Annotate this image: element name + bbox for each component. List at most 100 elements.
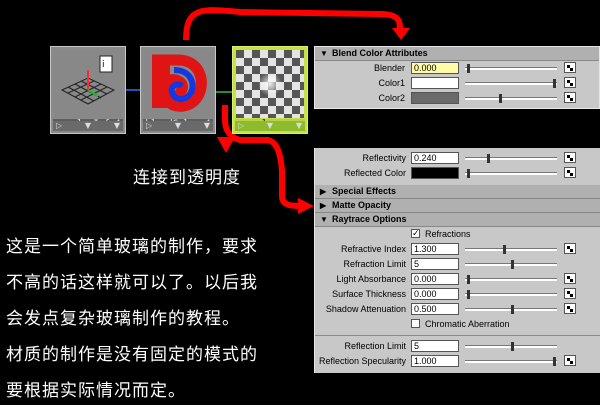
refraction-limit-field[interactable]: 5: [411, 258, 459, 270]
attr-row-shadow-attenuation: Shadow Attenuation 0.500: [315, 302, 600, 317]
surface-thickness-field[interactable]: 0.000: [411, 288, 459, 300]
reflection-limit-slider[interactable]: [465, 342, 557, 351]
caption-body-line-2: 不高的话这样就可以了。以后我: [6, 273, 258, 293]
section-title: Raytrace Options: [332, 214, 407, 224]
reflection-limit-field[interactable]: 5: [411, 340, 459, 352]
attr-label: Reflection Specularity: [318, 356, 406, 366]
output-port-icon[interactable]: ▼: [204, 122, 210, 130]
chromatic-aberration-checkbox[interactable]: [411, 319, 420, 328]
expand-port-icon[interactable]: ▼: [267, 122, 273, 130]
section-header-blend-color[interactable]: ▼ Blend Color Attributes: [315, 47, 599, 61]
expand-port-icon[interactable]: ▼: [175, 122, 181, 130]
blender-field[interactable]: 0.000: [411, 62, 459, 74]
glass-attributes-panel: Reflectivity 0.240 Reflected Color ▶ Spe…: [314, 148, 600, 373]
slider-handle[interactable]: [553, 79, 556, 88]
slider-handle[interactable]: [467, 64, 470, 73]
arrow-head-down: [217, 137, 235, 153]
color1-swatch[interactable]: [411, 77, 459, 89]
map-button-icon[interactable]: [564, 77, 576, 88]
surface-thickness-slider[interactable]: [465, 290, 557, 299]
slider-handle[interactable]: [503, 245, 506, 254]
slider-handle[interactable]: [467, 275, 470, 284]
attr-row-reflection-specularity: Reflection Specularity 1.000: [315, 354, 600, 369]
reflected-color-slider[interactable]: [465, 169, 557, 178]
slider-handle[interactable]: [511, 260, 514, 269]
section-title: Matte Opacity: [332, 200, 392, 210]
color2-swatch[interactable]: [411, 92, 459, 104]
collapse-triangle-icon: ▼: [320, 215, 328, 224]
light-absorbance-slider[interactable]: [465, 275, 557, 284]
output-port-icon[interactable]: ▼: [114, 122, 120, 130]
section-header-matte-opacity[interactable]: ▶ Matte Opacity: [315, 199, 600, 213]
blender-slider[interactable]: [465, 64, 557, 73]
reflection-specularity-slider[interactable]: [465, 357, 557, 366]
reflected-color-swatch[interactable]: [411, 167, 459, 179]
reflectivity-slider[interactable]: [465, 154, 557, 163]
slider-handle[interactable]: [511, 305, 514, 314]
node-samplerinfo[interactable]: i samplerInfo4 ▷ ▼ ▼: [50, 46, 126, 134]
expand-triangle-icon: ▶: [320, 187, 327, 196]
checkbox-label: Chromatic Aberration: [425, 319, 510, 329]
attr-row-refractions: ✓ Refractions: [315, 227, 600, 242]
section-header-special-effects[interactable]: ▶ Special Effects: [315, 185, 600, 199]
attr-row-reflected-color: Reflected Color: [315, 166, 600, 181]
section-header-raytrace-options[interactable]: ▼ Raytrace Options: [315, 213, 600, 227]
map-button-icon[interactable]: [564, 273, 576, 284]
svg-text:i: i: [102, 60, 105, 70]
collapse-triangle-icon: ▼: [320, 49, 328, 58]
slider-handle[interactable]: [487, 154, 490, 163]
shadow-attenuation-field[interactable]: 0.500: [411, 303, 459, 315]
light-absorbance-field[interactable]: 0.000: [411, 273, 459, 285]
attr-label: Refraction Limit: [343, 259, 406, 269]
refractive-index-field[interactable]: 1.300: [411, 243, 459, 255]
node-glass[interactable]: glass ▷ ▼ ▼: [232, 46, 308, 134]
arrow-to-matte: [279, 195, 301, 209]
arrow-head-right: [298, 198, 314, 214]
node-ports: ▷ ▼ ▼: [143, 121, 213, 131]
map-button-icon[interactable]: [564, 355, 576, 366]
expand-triangle-icon: ▶: [320, 201, 327, 210]
attr-row-chromatic-aberration: Chromatic Aberration: [315, 317, 600, 332]
map-button-icon[interactable]: [564, 303, 576, 314]
input-port-icon[interactable]: ▷: [238, 122, 244, 130]
map-button-icon[interactable]: [564, 62, 576, 73]
color2-slider[interactable]: [465, 94, 557, 103]
attr-label: Blender: [373, 63, 405, 73]
reflection-specularity-field[interactable]: 1.000: [411, 355, 459, 367]
section-title: Blend Color Attributes: [332, 48, 428, 58]
refractions-checkbox[interactable]: ✓: [411, 229, 420, 238]
slider-handle[interactable]: [467, 290, 470, 299]
expand-port-icon[interactable]: ▼: [85, 122, 91, 130]
reflectivity-field[interactable]: 0.240: [411, 152, 459, 164]
map-button-icon[interactable]: [564, 243, 576, 254]
attr-row-blender: Blender 0.000: [315, 61, 599, 76]
blend-colors-icon: [144, 50, 212, 118]
slider-handle[interactable]: [553, 357, 556, 366]
node-ports: ▷ ▼ ▼: [235, 121, 305, 131]
color1-slider[interactable]: [465, 79, 557, 88]
refractive-index-slider[interactable]: [465, 245, 557, 254]
attr-label: Reflection Limit: [344, 341, 406, 351]
slider-handle[interactable]: [511, 342, 514, 351]
attr-row-refractive-index: Refractive Index 1.300: [315, 242, 600, 257]
map-button-icon[interactable]: [564, 152, 576, 163]
refraction-limit-slider[interactable]: [465, 260, 557, 269]
input-port-icon[interactable]: ▷: [146, 122, 152, 130]
glass-material-swatch-icon: [236, 50, 304, 118]
attr-label: Color1: [378, 78, 405, 88]
map-button-icon[interactable]: [564, 92, 576, 103]
input-port-icon[interactable]: ▷: [56, 122, 62, 130]
map-button-icon[interactable]: [564, 288, 576, 299]
caption-body-line-4: 材质的制作是没有固定的模式的: [6, 345, 258, 365]
slider-handle[interactable]: [467, 169, 470, 178]
slider-handle[interactable]: [499, 94, 502, 103]
arrow-head-top: [392, 28, 410, 40]
node-blendcolors[interactable]: blendColors4 ▷ ▼ ▼: [140, 46, 216, 134]
attr-row-surface-thickness: Surface Thickness 0.000: [315, 287, 600, 302]
shadow-attenuation-slider[interactable]: [465, 305, 557, 314]
blend-color-attributes-panel: ▼ Blend Color Attributes Blender 0.000 C…: [314, 46, 600, 109]
output-port-icon[interactable]: ▼: [296, 122, 302, 130]
caption-body-line-1: 这是一个简单玻璃的制作，要求: [6, 237, 258, 257]
divider: [315, 335, 600, 336]
map-button-icon[interactable]: [564, 167, 576, 178]
